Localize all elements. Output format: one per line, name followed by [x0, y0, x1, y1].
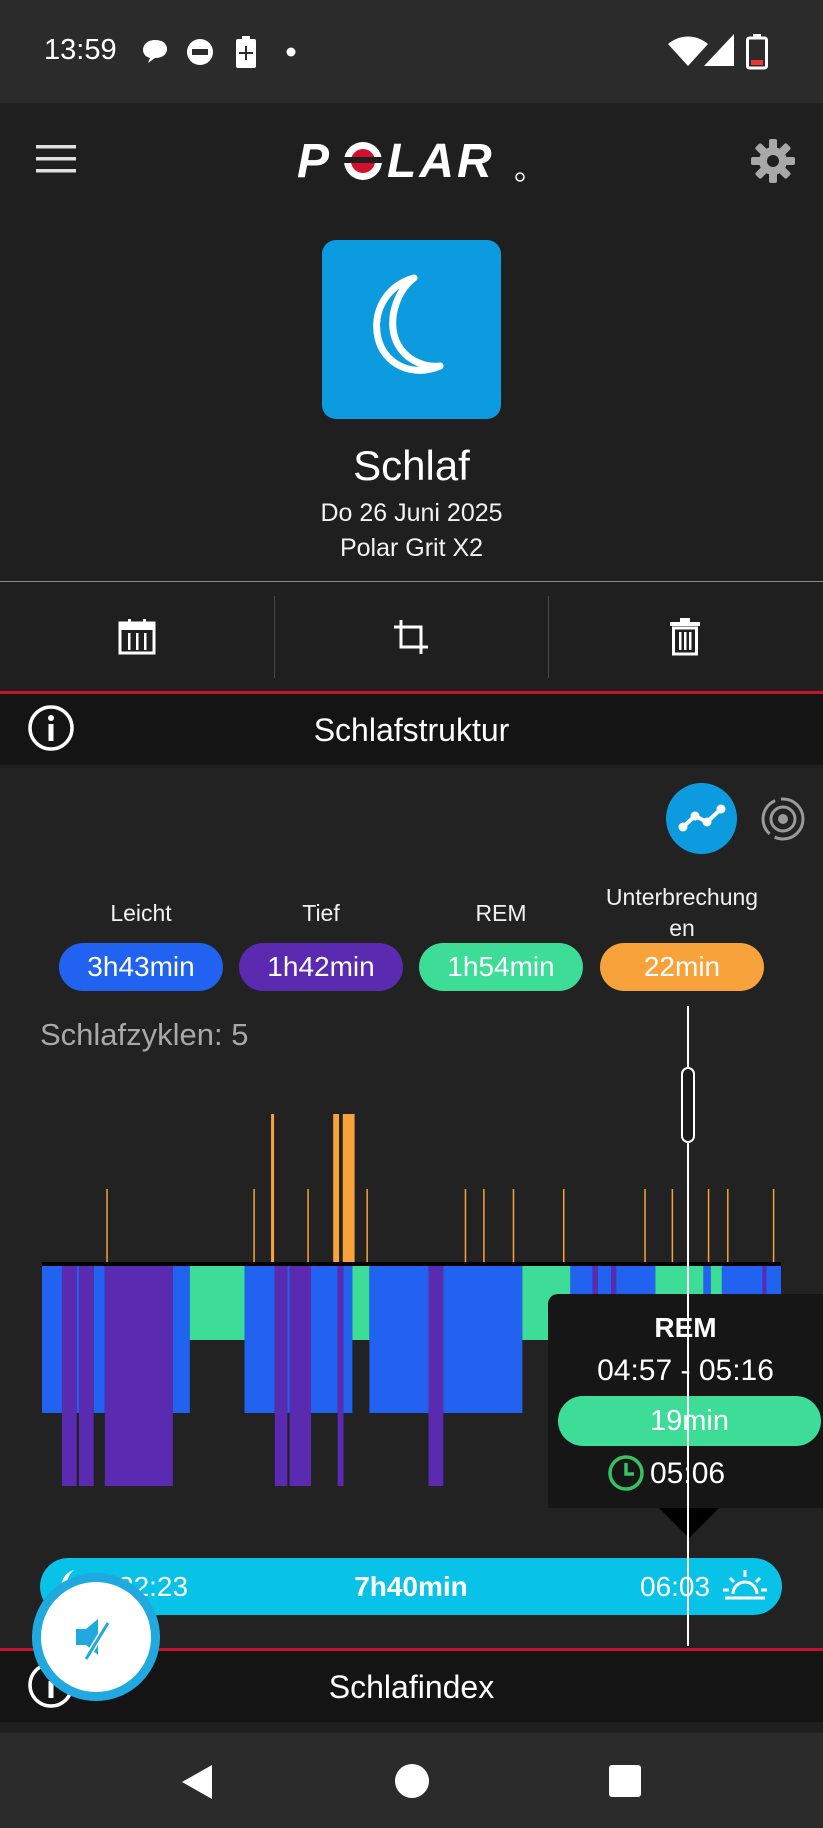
cell-signal-icon	[704, 34, 734, 66]
stage-label: Tief	[302, 900, 340, 926]
hypnogram-segment[interactable]	[428, 1266, 444, 1486]
session-device: Polar Grit X2	[339, 534, 484, 562]
interruption-mark[interactable]	[671, 1189, 674, 1262]
interruption-mark[interactable]	[727, 1189, 729, 1262]
calendar-button[interactable]	[0, 582, 274, 692]
interruption-mark[interactable]	[307, 1189, 309, 1262]
stage-label: Unterbrechung en	[605, 884, 759, 941]
interruption-mark[interactable]	[464, 1189, 467, 1262]
battery-icon	[746, 34, 768, 70]
session-date: Do 26 Juni 2025	[320, 499, 503, 527]
interruption-mark[interactable]	[772, 1189, 775, 1262]
hypnogram-segment[interactable]	[352, 1266, 370, 1340]
hypnogram-segment[interactable]	[369, 1266, 429, 1413]
sleep-end: 06:03	[640, 1571, 711, 1602]
interruption-mark[interactable]	[483, 1189, 485, 1262]
stage-duration-pill[interactable]: 1h42min	[239, 943, 403, 991]
back-icon[interactable]	[178, 1763, 214, 1801]
interruption-mark[interactable]	[333, 1114, 340, 1262]
graph-view-icon	[678, 804, 726, 832]
section-title: Schlafstruktur	[313, 712, 510, 748]
hypnogram-segment[interactable]	[61, 1266, 77, 1486]
chart-cursor-handle[interactable]	[680, 1067, 695, 1143]
hypnogram-segment[interactable]	[104, 1266, 173, 1486]
hypnogram-segment[interactable]	[76, 1266, 79, 1413]
hypnogram-segment[interactable]	[443, 1266, 523, 1413]
tooltip-stage: REM	[654, 1312, 717, 1343]
wifi-icon	[668, 36, 708, 66]
delete-button[interactable]	[548, 582, 822, 692]
clock-icon	[608, 1455, 644, 1491]
app-bar: P LAR	[0, 103, 823, 215]
crop-icon	[394, 620, 428, 654]
trash-icon	[670, 618, 700, 656]
sleep-tile	[322, 240, 501, 419]
session-header: Schlaf Do 26 Juni 2025 Polar Grit X2	[0, 215, 823, 581]
tooltip-duration: 19min	[558, 1396, 821, 1446]
radial-view-icon[interactable]	[755, 794, 805, 844]
hypnogram-segment[interactable]	[78, 1266, 94, 1486]
polar-logo: P LAR	[297, 131, 527, 188]
stage-duration-pill[interactable]: 1h54min	[419, 943, 583, 991]
system-nav-bar	[0, 1733, 823, 1828]
mute-fab[interactable]	[32, 1573, 160, 1701]
svg-text:LAR: LAR	[387, 135, 495, 187]
page-title: Schlaf	[353, 442, 470, 489]
hypnogram-segment[interactable]	[189, 1266, 245, 1340]
section-sleep-structure: Schlafstruktur	[0, 691, 823, 765]
status-time: 13:59	[44, 34, 117, 66]
gear-icon[interactable]	[751, 139, 795, 183]
interruption-mark[interactable]	[342, 1114, 355, 1262]
graph-view-toggle[interactable]	[666, 783, 737, 854]
battery-saver-icon	[236, 36, 256, 68]
stage-label: REM	[475, 900, 527, 926]
tooltip-pointer	[659, 1508, 719, 1538]
chat-bubble-icon	[143, 40, 167, 63]
dot-icon	[286, 47, 296, 57]
hypnogram-segment[interactable]	[287, 1266, 290, 1413]
hypnogram-segment[interactable]	[172, 1266, 190, 1413]
hypnogram-segment[interactable]	[289, 1266, 311, 1486]
hamburger-menu-icon[interactable]	[36, 145, 76, 173]
crop-button[interactable]	[274, 582, 548, 692]
tooltip-range: 04:57 - 05:16	[597, 1354, 774, 1387]
hypnogram-segment[interactable]	[93, 1266, 105, 1413]
home-icon[interactable]	[393, 1762, 431, 1800]
do-not-disturb-icon	[187, 39, 213, 65]
action-bar	[0, 581, 823, 691]
stage-duration-pill[interactable]: 3h43min	[59, 943, 223, 991]
moon-icon	[373, 274, 444, 374]
hypnogram-segment[interactable]	[337, 1266, 344, 1486]
recents-icon[interactable]	[608, 1764, 642, 1798]
interruption-mark[interactable]	[366, 1189, 368, 1262]
interruption-mark[interactable]	[644, 1189, 646, 1262]
interruption-mark[interactable]	[253, 1189, 255, 1262]
hypnogram-segment[interactable]	[274, 1266, 288, 1486]
interruption-mark[interactable]	[106, 1189, 108, 1262]
stage-duration-pill[interactable]: 22min	[600, 943, 764, 991]
interruption-mark[interactable]	[707, 1189, 710, 1262]
hypnogram-segment[interactable]	[244, 1266, 275, 1413]
stage-label: Leicht	[110, 900, 172, 926]
sunrise-icon	[723, 1570, 767, 1600]
stage-tooltip: REM 04:57 - 05:16 19min 05:06	[548, 1294, 823, 1508]
hypnogram-baseline	[42, 1262, 781, 1266]
hypnogram-segment[interactable]	[310, 1266, 338, 1413]
svg-text:P: P	[297, 135, 332, 187]
calendar-icon	[118, 619, 156, 655]
status-bar: 13:59	[0, 0, 823, 103]
interruption-mark[interactable]	[512, 1189, 515, 1262]
hypnogram-segment[interactable]	[343, 1266, 353, 1413]
hypnogram-segment[interactable]	[42, 1266, 62, 1413]
mute-icon	[76, 1619, 111, 1661]
interruption-mark[interactable]	[271, 1114, 275, 1262]
interruption-mark[interactable]	[562, 1189, 565, 1262]
